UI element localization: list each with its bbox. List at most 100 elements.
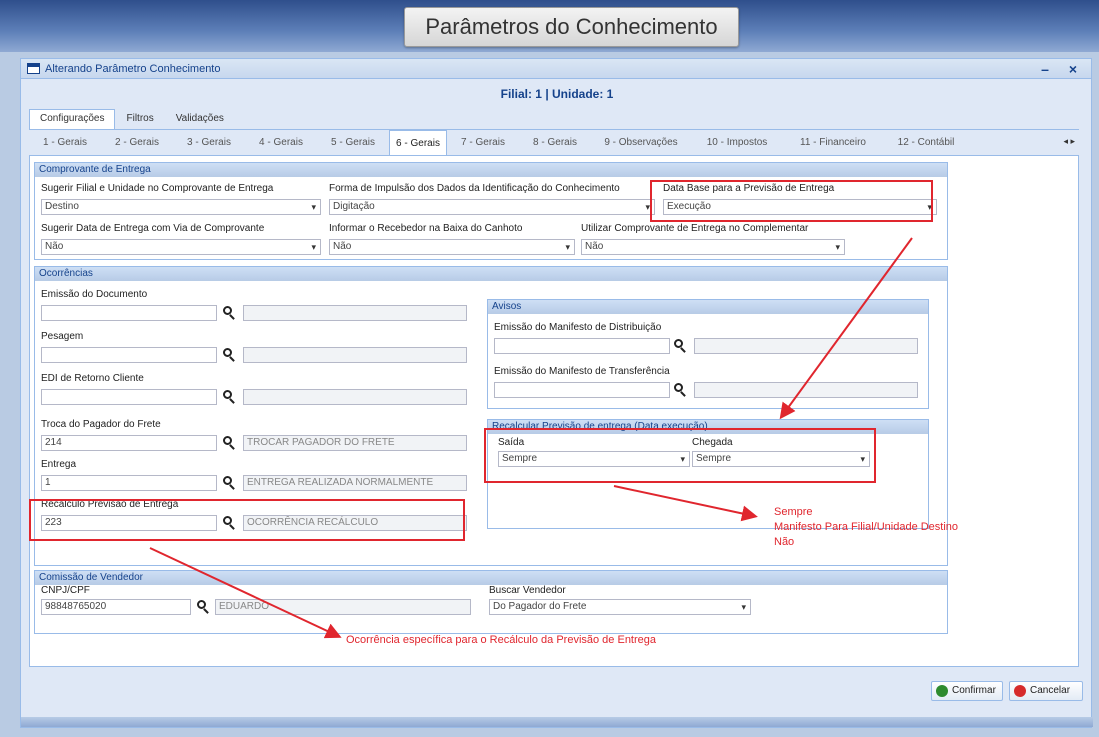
tab-content: Comprovante de Entrega Sugerir Filial e … [29, 155, 1079, 667]
informar-recebedor-label: Informar o Recebedor na Baixa do Canhoto [329, 223, 523, 234]
cancel-icon [1014, 685, 1026, 697]
pesagem-code[interactable] [41, 347, 217, 363]
informar-recebedor-value: Não [333, 241, 352, 252]
search-icon[interactable] [221, 435, 237, 451]
confirm-button-label: Confirmar [952, 685, 996, 696]
tab-6-gerais[interactable]: 6 - Gerais [389, 130, 447, 155]
forma-impulsao-value: Digitação [333, 201, 375, 212]
comissao-section: Comissão de Vendedor CNPJ/CPF 9884876502… [34, 570, 948, 634]
chevron-down-icon: ▾ [311, 242, 316, 252]
cancel-button-label: Cancelar [1030, 685, 1071, 696]
annotation-option-1: Sempre [774, 506, 813, 518]
sugerir-data-value: Não [45, 241, 64, 252]
window-icon [27, 63, 40, 74]
tab-3-gerais[interactable]: 3 - Gerais [173, 130, 245, 155]
search-icon[interactable] [195, 599, 211, 615]
cancel-button[interactable]: Cancelar [1009, 681, 1083, 701]
sub-tabs: 1 - Gerais 2 - Gerais 3 - Gerais 4 - Ger… [29, 129, 1079, 155]
emissao-documento-desc [243, 305, 467, 321]
tab-1-gerais[interactable]: 1 - Gerais [29, 130, 101, 155]
utilizar-comprovante-value: Não [585, 241, 604, 252]
cnpj-input[interactable]: 98848765020 [41, 599, 191, 615]
highlight-recalculo-ocorrencia [29, 499, 465, 541]
sugerir-filial-label: Sugerir Filial e Unidade no Comprovante … [41, 183, 274, 194]
edi-retorno-label: EDI de Retorno Cliente [41, 373, 144, 384]
edi-retorno-desc [243, 389, 467, 405]
tab-8-gerais[interactable]: 8 - Gerais [519, 130, 591, 155]
edit-window: Alterando Parâmetro Conhecimento – × Fil… [20, 58, 1093, 728]
annotation-ocorrencia: Ocorrência específica para o Recálculo d… [346, 634, 657, 646]
tab-7-gerais[interactable]: 7 - Gerais [447, 130, 519, 155]
tab-scroll-arrows[interactable]: ◂ ▸ [1063, 136, 1075, 147]
manifesto-distribuicao-code[interactable] [494, 338, 670, 354]
chevron-down-icon: ▾ [565, 242, 570, 252]
tab-4-gerais[interactable]: 4 - Gerais [245, 130, 317, 155]
tab-10-impostos[interactable]: 10 - Impostos [691, 130, 783, 155]
informar-recebedor-select[interactable]: Não ▾ [329, 239, 575, 255]
sugerir-filial-select[interactable]: Destino ▾ [41, 199, 321, 215]
chevron-down-icon: ▾ [741, 602, 746, 612]
tab-12-contabil[interactable]: 12 - Contábil [883, 130, 969, 155]
manifesto-transferencia-label: Emissão do Manifesto de Transferência [494, 366, 670, 377]
troca-pagador-label: Troca do Pagador do Frete [41, 419, 161, 430]
filial-unidade-label: Filial: 1 | Unidade: 1 [500, 87, 614, 101]
avisos-section: Avisos Emissão do Manifesto de Distribui… [487, 299, 929, 409]
emissao-documento-code[interactable] [41, 305, 217, 321]
troca-pagador-desc: TROCAR PAGADOR DO FRETE [243, 435, 467, 451]
tab-5-gerais[interactable]: 5 - Gerais [317, 130, 389, 155]
highlight-data-base [650, 180, 933, 222]
search-icon[interactable] [221, 347, 237, 363]
comprovante-header: Comprovante de Entrega [35, 163, 947, 177]
sugerir-data-select[interactable]: Não ▾ [41, 239, 321, 255]
manifesto-transferencia-code[interactable] [494, 382, 670, 398]
highlight-recalcular [484, 428, 876, 483]
search-icon[interactable] [221, 475, 237, 491]
chevron-down-icon: ▾ [311, 202, 316, 212]
entrega-label: Entrega [41, 459, 77, 470]
avisos-header: Avisos [488, 300, 928, 314]
check-icon [936, 685, 948, 697]
forma-impulsao-select[interactable]: Digitação ▾ [329, 199, 655, 215]
buscar-vendedor-select[interactable]: Do Pagador do Frete ▾ [489, 599, 751, 615]
search-icon[interactable] [672, 382, 688, 398]
entrega-desc: ENTREGA REALIZADA NORMALMENTE [243, 475, 467, 491]
search-icon[interactable] [672, 338, 688, 354]
entrega-code[interactable]: 1 [41, 475, 217, 491]
sugerir-filial-value: Destino [45, 201, 79, 212]
manifesto-transferencia-desc [694, 382, 918, 398]
annotation-option-2: Manifesto Para Filial/Unidade Destino [774, 521, 959, 533]
confirm-button[interactable]: Confirmar [931, 681, 1003, 701]
window-footer [21, 717, 1093, 727]
window-title: Alterando Parâmetro Conhecimento [45, 63, 221, 75]
pesagem-desc [243, 347, 467, 363]
annotation-option-3: Não [774, 536, 795, 548]
tab-validacoes[interactable]: Validações [165, 109, 235, 129]
buscar-vendedor-label: Buscar Vendedor [489, 585, 566, 596]
forma-impulsao-label: Forma de Impulsão dos Dados da Identific… [329, 183, 620, 194]
manifesto-distribuicao-label: Emissão do Manifesto de Distribuição [494, 322, 662, 333]
ocorrencias-header: Ocorrências [35, 267, 947, 281]
tab-configuracoes[interactable]: Configurações [29, 109, 116, 129]
tab-9-observacoes[interactable]: 9 - Observações [591, 130, 691, 155]
edi-retorno-code[interactable] [41, 389, 217, 405]
top-banner: Parâmetros do Conhecimento [0, 0, 1099, 52]
page-title: Parâmetros do Conhecimento [404, 7, 739, 47]
main-tabs: Configurações Filtros Validações [29, 109, 235, 129]
window-tools[interactable]: – × [1041, 61, 1085, 77]
window-header: Alterando Parâmetro Conhecimento – × [21, 59, 1091, 79]
pesagem-label: Pesagem [41, 331, 84, 342]
chevron-down-icon: ▾ [835, 242, 840, 252]
vendedor-name: EDUARDO [215, 599, 471, 615]
tab-11-financeiro[interactable]: 11 - Financeiro [783, 130, 883, 155]
utilizar-comprovante-select[interactable]: Não ▾ [581, 239, 845, 255]
emissao-documento-label: Emissão do Documento [41, 289, 148, 300]
comissao-header: Comissão de Vendedor [35, 571, 947, 585]
troca-pagador-code[interactable]: 214 [41, 435, 217, 451]
utilizar-comprovante-label: Utilizar Comprovante de Entrega no Compl… [581, 223, 809, 234]
tab-2-gerais[interactable]: 2 - Gerais [101, 130, 173, 155]
tab-filtros[interactable]: Filtros [115, 109, 164, 129]
search-icon[interactable] [221, 389, 237, 405]
buscar-vendedor-value: Do Pagador do Frete [493, 601, 587, 612]
search-icon[interactable] [221, 305, 237, 321]
manifesto-distribuicao-desc [694, 338, 918, 354]
